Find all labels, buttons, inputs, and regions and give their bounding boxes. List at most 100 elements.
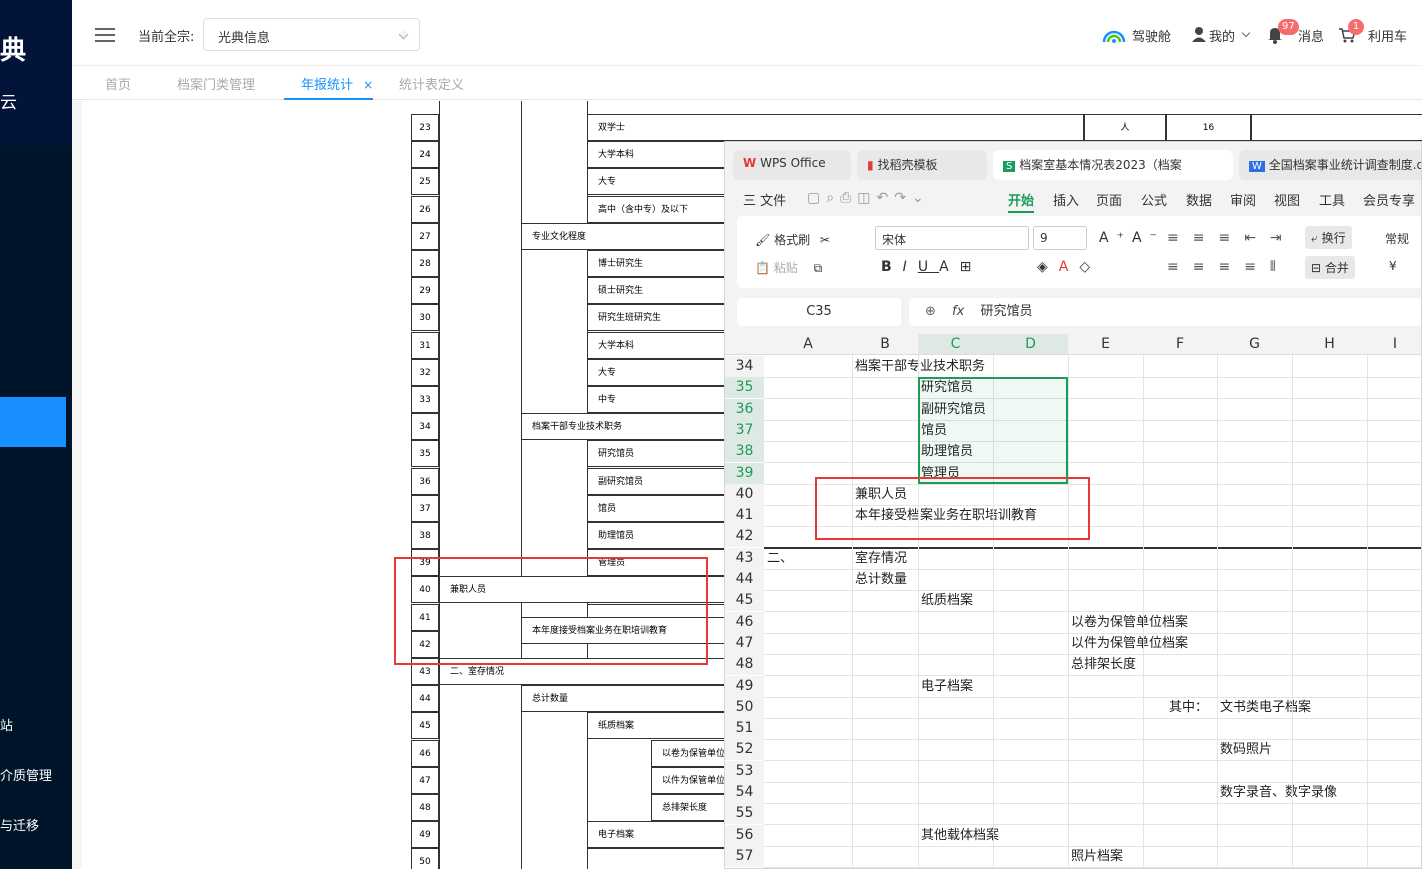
column-header[interactable]: I — [1367, 334, 1421, 355]
column-header[interactable]: A — [764, 334, 852, 355]
tab-annual-report[interactable]: 年报统计 × — [301, 74, 373, 93]
currency-icon[interactable]: ¥ — [1389, 259, 1397, 273]
row-header[interactable]: 53 — [725, 761, 764, 782]
cart-link[interactable]: 利用车 — [1368, 26, 1407, 45]
user-icon[interactable] — [1191, 26, 1207, 42]
color-icons[interactable]: ◈A◇ — [1037, 259, 1101, 275]
sidebar-item-media[interactable]: 介质管理 — [0, 765, 52, 784]
row-header[interactable]: 50 — [725, 697, 764, 718]
row-header[interactable]: 56 — [725, 825, 764, 846]
table-cell: 双学士 — [587, 114, 1084, 141]
tab-home[interactable]: 首页 — [105, 74, 131, 93]
menu-review[interactable]: 审阅 — [1230, 190, 1256, 209]
row-header[interactable]: 40 — [725, 484, 764, 505]
quick-access-icons[interactable]: ▢⌕⎙◫↶↷⌄ — [807, 190, 930, 206]
row-header[interactable]: 52 — [725, 739, 764, 760]
wps-tab-home[interactable]: W WPS Office — [733, 150, 851, 180]
format-painter-button[interactable]: 🖌 格式刷 ✂ — [755, 231, 830, 248]
menu-view[interactable]: 视图 — [1274, 190, 1300, 209]
row-header[interactable]: 35 — [725, 377, 764, 398]
tab-stat-definition[interactable]: 统计表定义 — [399, 74, 464, 93]
row-header[interactable]: 36 — [725, 399, 764, 420]
column-header[interactable]: B — [852, 334, 918, 355]
row-header[interactable]: 55 — [725, 803, 764, 824]
menu-toggle-icon[interactable] — [95, 28, 115, 42]
row-header[interactable]: 37 — [725, 420, 764, 441]
menu-insert[interactable]: 插入 — [1053, 190, 1079, 209]
menu-tools[interactable]: 工具 — [1319, 190, 1345, 209]
column-header[interactable]: H — [1292, 334, 1367, 355]
row-header[interactable]: 49 — [725, 676, 764, 697]
font-size-select[interactable]: 9 — [1033, 226, 1087, 250]
row-header[interactable]: 41 — [725, 505, 764, 526]
spreadsheet[interactable]: A B C D E F G H I 34 档案干部专业技术职务 35 研究馆员 36 副研究馆员 37 馆员 38… — [725, 334, 1421, 868]
sidebar-item-station[interactable]: 站 — [0, 715, 13, 734]
sidebar-item-migration[interactable]: 与迁移 — [0, 815, 39, 834]
row-header[interactable]: 57 — [725, 846, 764, 867]
menu-formula[interactable]: 公式 — [1141, 190, 1167, 209]
cell-text[interactable]: 纸质档案 — [921, 590, 973, 611]
font-family-select[interactable]: 宋体 — [875, 226, 1029, 250]
menu-home[interactable]: 开始 — [1008, 190, 1035, 213]
fonds-select[interactable]: 光典信息 — [203, 18, 420, 51]
cell-text[interactable]: 室存情况 — [855, 548, 907, 569]
menu-data[interactable]: 数据 — [1186, 190, 1212, 209]
cell-text[interactable]: 其他载体档案 — [921, 825, 999, 846]
cell-text[interactable]: 以件为保管单位档案 — [1071, 633, 1188, 654]
tab-archive-category[interactable]: 档案门类管理 — [177, 74, 255, 93]
row-header[interactable]: 45 — [725, 590, 764, 611]
font-grow-shrink-icons[interactable]: A⁺A⁻ — [1099, 230, 1165, 246]
row-header[interactable]: 42 — [725, 526, 764, 547]
formula-input[interactable]: ⊕ fx 研究馆员 — [909, 298, 1421, 326]
row-header[interactable]: 46 — [725, 612, 764, 633]
merge-cells-button[interactable]: ⊟ 合并 — [1305, 256, 1355, 279]
wps-tab-current-doc[interactable]: S 档案室基本情况表2023（档案 — [993, 150, 1233, 180]
wps-tab-templates[interactable]: ▮ 找稻壳模板 — [857, 150, 987, 180]
column-header[interactable]: G — [1217, 334, 1292, 355]
menu-page[interactable]: 页面 — [1096, 190, 1122, 209]
cell-text[interactable]: 总排架长度 — [1071, 654, 1136, 675]
cell-text[interactable]: 文书类电子档案 — [1220, 697, 1311, 718]
column-header[interactable]: F — [1143, 334, 1217, 355]
row-header[interactable]: 43 — [725, 548, 764, 569]
align-horizontal-icons[interactable]: ≡≡≡≡⫴ — [1167, 259, 1290, 275]
row-number: 44 — [411, 685, 439, 712]
grid-line — [764, 718, 1421, 719]
menu-member[interactable]: 会员专享 — [1363, 190, 1415, 209]
wps-tab-other-doc[interactable]: W 全国档案事业统计调查制度.d — [1239, 150, 1421, 180]
my-menu[interactable]: 我的 — [1209, 26, 1235, 45]
font-style-icons[interactable]: BIUA⊞ — [881, 259, 982, 275]
align-vertical-icons[interactable]: ≡≡≡⇤⇥ — [1167, 230, 1296, 246]
cell-text[interactable]: 数码照片 — [1220, 739, 1272, 760]
cell-text[interactable]: 其中： — [1169, 697, 1208, 718]
cell-text[interactable]: 总计数量 — [855, 569, 907, 590]
row-header[interactable]: 44 — [725, 569, 764, 590]
row-header[interactable]: 48 — [725, 654, 764, 675]
row-header[interactable]: 47 — [725, 633, 764, 654]
column-header[interactable]: C — [918, 334, 993, 355]
cell-text[interactable]: 以卷为保管单位档案 — [1071, 612, 1188, 633]
row-header[interactable]: 51 — [725, 718, 764, 739]
cell-text[interactable]: 电子档案 — [921, 676, 973, 697]
row-header[interactable]: 39 — [725, 463, 764, 484]
cell-text[interactable]: 档案干部专业技术职务 — [855, 356, 985, 377]
column-header[interactable]: D — [993, 334, 1068, 355]
paste-button[interactable]: 📋 粘贴 ⧉ — [755, 259, 822, 276]
cockpit-link[interactable]: 驾驶舱 — [1132, 26, 1171, 45]
name-box[interactable]: C35 — [737, 298, 901, 326]
cell-text[interactable]: 数字录音、数字录像 — [1220, 782, 1337, 803]
wrap-text-button[interactable]: ⤶ 换行 — [1305, 226, 1352, 249]
row-header[interactable]: 34 — [725, 356, 764, 377]
row-header[interactable]: 54 — [725, 782, 764, 803]
column-header[interactable]: E — [1068, 334, 1143, 355]
row-header[interactable]: 38 — [725, 441, 764, 462]
close-icon[interactable]: × — [363, 78, 373, 92]
cell-text[interactable]: 照片档案 — [1071, 846, 1123, 867]
sidebar-active-item[interactable] — [0, 397, 66, 447]
number-format-select[interactable]: 常规 — [1385, 230, 1409, 247]
cockpit-icon[interactable] — [1102, 26, 1126, 44]
cell-selection[interactable] — [918, 377, 1068, 484]
menu-file[interactable]: 三 文件 — [743, 190, 786, 209]
cell-text[interactable]: 二、 — [767, 548, 793, 569]
messages-link[interactable]: 消息 — [1298, 26, 1324, 45]
